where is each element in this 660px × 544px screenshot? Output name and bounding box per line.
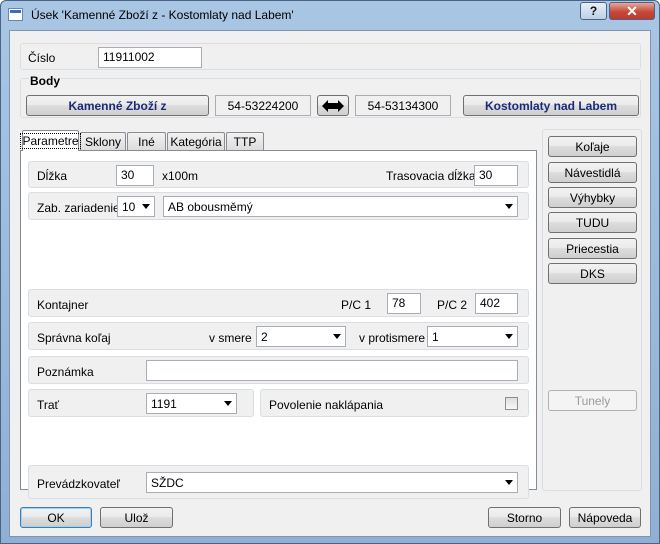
poznamka-label: Poznámka — [37, 365, 94, 379]
close-button[interactable]: ✕ — [609, 2, 655, 20]
v-protismere-label: v protismere — [359, 331, 426, 345]
dlzka-unit: x100m — [162, 169, 199, 183]
tab-parametre[interactable]: Parametre — [20, 130, 81, 151]
trat-value: 1191 — [151, 397, 177, 411]
zab-label: Zab. zariadenie — [37, 201, 120, 215]
tab-kategoria[interactable]: Kategória — [167, 132, 225, 150]
body-label: Body — [29, 74, 61, 88]
swap-arrows-icon — [322, 99, 344, 112]
poznamka-input[interactable] — [146, 360, 518, 381]
zab-group: Zab. zariadenie 10 AB obousměmý — [28, 192, 529, 220]
dialog-window: Úsek 'Kamenné Zboží z - Kostomlaty nad L… — [0, 0, 660, 544]
trat-group: Trať 1191 — [28, 389, 254, 417]
side-buttons-group: Koľaje Návestidlá Výhybky TUDU Priecesti… — [542, 129, 642, 491]
chevron-down-icon — [505, 204, 513, 209]
window-icon — [8, 8, 23, 21]
cislo-group: Číslo 11911002 — [20, 43, 641, 70]
prevadzkovatel-select[interactable]: SŽDC — [146, 472, 518, 493]
kolaje-button[interactable]: Koľaje — [548, 136, 637, 157]
v-smere-select[interactable]: 2 — [256, 326, 346, 347]
dlzka-input[interactable]: 30 — [116, 165, 154, 186]
v-protismere-value: 1 — [432, 330, 439, 344]
dks-button[interactable]: DKS — [548, 263, 637, 284]
napoveda-button[interactable]: Nápoveda — [569, 507, 641, 528]
chevron-down-icon — [333, 334, 341, 339]
cislo-input[interactable]: 11911002 — [98, 47, 202, 68]
pc1-input[interactable]: 78 — [387, 293, 421, 314]
storno-button[interactable]: Storno — [488, 507, 561, 528]
tab-sklony[interactable]: Sklony — [80, 132, 126, 150]
povolenie-group: Povolenie naklápania — [260, 389, 529, 417]
zab-number-select[interactable]: 10 — [117, 196, 155, 217]
povolenie-checkbox[interactable] — [505, 397, 518, 410]
chevron-down-icon — [224, 401, 232, 406]
swap-direction-button[interactable] — [317, 95, 349, 116]
v-protismere-select[interactable]: 1 — [427, 326, 518, 347]
zab-number-value: 10 — [122, 200, 136, 214]
kontajner-group: Kontajner P/C 1 78 P/C 2 402 — [28, 289, 529, 317]
spravna-kolaj-label: Správna koľaj — [37, 331, 111, 345]
tab-ttp[interactable]: TTP — [226, 132, 264, 150]
navestidla-button[interactable]: Návestidlá — [548, 162, 637, 183]
prevadzkovatel-group: Prevádzkovateľ SŽDC — [28, 465, 529, 499]
cislo-label: Číslo — [28, 51, 56, 65]
tudu-button[interactable]: TUDU — [548, 212, 637, 233]
dialog-client-area: Číslo 11911002 Body Kamenné Zboží z 54-5… — [9, 30, 651, 537]
body-group: Body Kamenné Zboží z 54-53224200 54-5313… — [20, 74, 641, 118]
priecestia-button[interactable]: Priecestia — [548, 238, 637, 259]
trat-select[interactable]: 1191 — [146, 393, 237, 414]
prevadzkovatel-label: Prevádzkovateľ — [37, 477, 120, 491]
kontajner-label: Kontajner — [37, 298, 89, 312]
spravna-kolaj-group: Správna koľaj v smere 2 v protismere 1 — [28, 322, 529, 350]
dlzka-label: Dĺžka — [37, 169, 68, 183]
chevron-down-icon — [505, 334, 513, 339]
ok-button[interactable]: OK — [20, 507, 92, 528]
tunely-button[interactable]: Tunely — [548, 390, 637, 411]
v-smere-label: v smere — [209, 331, 252, 345]
title-bar[interactable]: Úsek 'Kamenné Zboží z - Kostomlaty nad L… — [1, 1, 659, 30]
pc1-label: P/C 1 — [341, 298, 372, 312]
trasovacia-label: Trasovacia dĺžka — [386, 169, 476, 183]
prevadzkovatel-value: SŽDC — [151, 476, 184, 490]
zab-type-value: AB obousměmý — [168, 200, 253, 214]
dlzka-group: Dĺžka 30 x100m Trasovacia dĺžka 30 — [28, 161, 529, 188]
v-smere-value: 2 — [261, 330, 268, 344]
parametre-panel: Dĺžka 30 x100m Trasovacia dĺžka 30 Zab. … — [20, 150, 537, 499]
zab-type-select[interactable]: AB obousměmý — [163, 196, 518, 217]
pc2-input[interactable]: 402 — [475, 293, 518, 314]
help-button[interactable]: ? — [580, 2, 607, 20]
pc2-label: P/C 2 — [437, 298, 468, 312]
chevron-down-icon — [505, 480, 513, 485]
to-point-button[interactable]: Kostomlaty nad Labem — [463, 95, 639, 116]
poznamka-group: Poznámka — [28, 356, 529, 384]
trat-label: Trať — [37, 398, 60, 412]
to-code-field: 54-53134300 — [355, 95, 451, 116]
povolenie-label: Povolenie naklápania — [269, 398, 384, 412]
tab-ine[interactable]: Iné — [127, 132, 166, 150]
trasovacia-input[interactable]: 30 — [474, 165, 518, 186]
from-point-button[interactable]: Kamenné Zboží z — [26, 95, 209, 116]
window-title: Úsek 'Kamenné Zboží z - Kostomlaty nad L… — [31, 8, 294, 22]
from-code-field: 54-53224200 — [215, 95, 311, 116]
vyhybky-button[interactable]: Výhybky — [548, 187, 637, 208]
chevron-down-icon — [142, 204, 150, 209]
uloz-button[interactable]: Ulož — [100, 507, 173, 528]
